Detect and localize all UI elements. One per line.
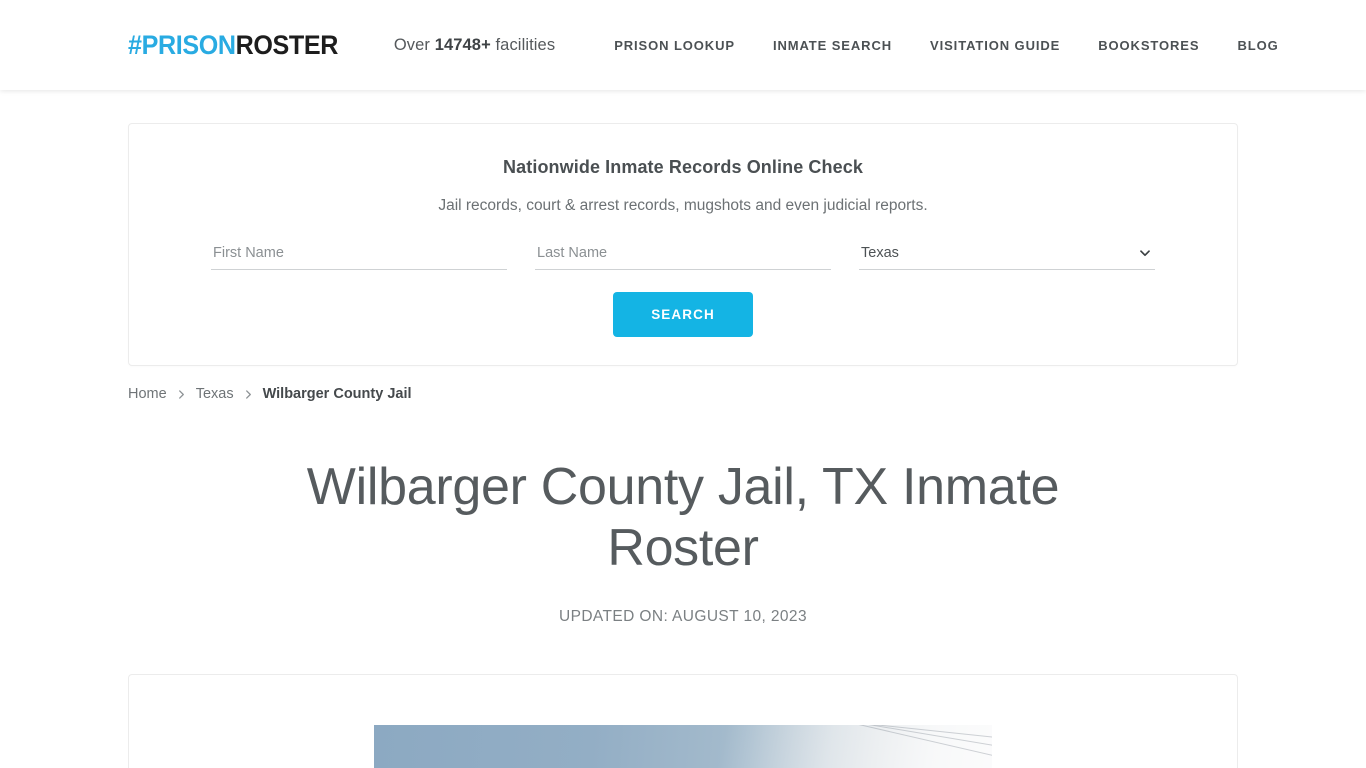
logo-suffix: ROSTER bbox=[235, 29, 339, 60]
facility-count-value: 14748+ bbox=[434, 35, 491, 54]
facility-count: Over 14748+ facilities bbox=[394, 36, 555, 55]
last-name-input[interactable] bbox=[535, 241, 831, 270]
breadcrumb-chevron-icon bbox=[177, 389, 186, 400]
nav-blog[interactable]: BLOG bbox=[1218, 38, 1297, 53]
facility-photo bbox=[374, 724, 992, 768]
site-logo[interactable]: #PRISONROSTER bbox=[128, 29, 339, 60]
site-header: #PRISONROSTER Over 14748+ facilities PRI… bbox=[0, 0, 1366, 90]
facility-count-prefix: Over bbox=[393, 35, 435, 54]
nav-prison-lookup[interactable]: PRISON LOOKUP bbox=[595, 38, 754, 53]
nav-bookstores[interactable]: BOOKSTORES bbox=[1079, 38, 1218, 53]
state-select[interactable]: Texas bbox=[859, 241, 1155, 270]
last-name-field bbox=[535, 241, 831, 270]
search-button[interactable]: SEARCH bbox=[613, 292, 753, 337]
header-inner: #PRISONROSTER Over 14748+ facilities PRI… bbox=[128, 0, 1278, 90]
search-card-title: Nationwide Inmate Records Online Check bbox=[503, 157, 863, 177]
breadcrumb-wilbarger-county-jail: Wilbarger County Jail bbox=[262, 386, 412, 402]
search-button-row: SEARCH bbox=[159, 292, 1207, 337]
first-name-input[interactable] bbox=[211, 241, 507, 270]
first-name-field bbox=[211, 241, 507, 270]
page-content: Nationwide Inmate Records Online Check J… bbox=[128, 123, 1238, 768]
breadcrumb-chevron-icon bbox=[244, 389, 253, 400]
breadcrumb-home[interactable]: Home bbox=[128, 386, 167, 402]
photo-detail-line bbox=[684, 724, 992, 744]
breadcrumb-texas[interactable]: Texas bbox=[196, 386, 234, 402]
article-card bbox=[128, 673, 1238, 768]
nav-visitation-guide[interactable]: VISITATION GUIDE bbox=[911, 38, 1079, 53]
breadcrumb: Home Texas Wilbarger County Jail bbox=[128, 386, 1238, 402]
updated-on-text: UPDATED ON: AUGUST 10, 2023 bbox=[559, 607, 807, 625]
main-navigation: PRISON LOOKUP INMATE SEARCH VISITATION G… bbox=[595, 38, 1297, 53]
photo-detail-line bbox=[688, 724, 992, 756]
state-field: Texas bbox=[859, 241, 1155, 270]
nav-inmate-search[interactable]: INMATE SEARCH bbox=[754, 38, 911, 53]
search-card-subtitle: Jail records, court & arrest records, mu… bbox=[438, 197, 928, 214]
inmate-search-form: Texas bbox=[159, 241, 1207, 270]
logo-prefix: #PRISON bbox=[128, 29, 236, 60]
page-title: Wilbarger County Jail, TX Inmate Roster bbox=[306, 458, 1060, 577]
inmate-search-card: Nationwide Inmate Records Online Check J… bbox=[128, 123, 1238, 366]
facility-count-suffix: facilities bbox=[490, 35, 556, 54]
